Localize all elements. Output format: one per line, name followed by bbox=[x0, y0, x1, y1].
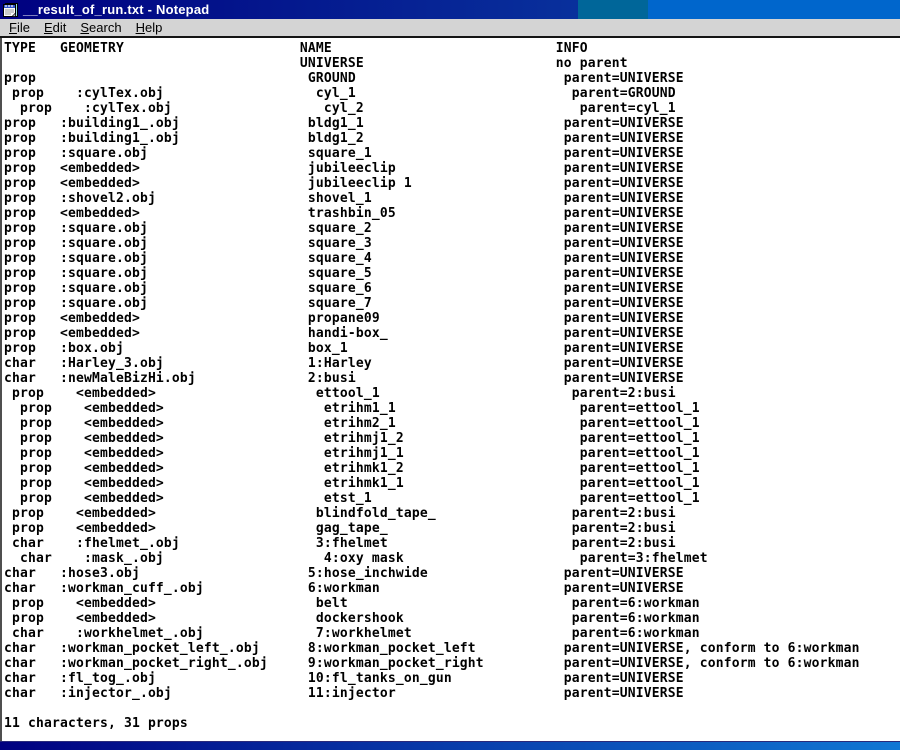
menu-item-search[interactable]: Search bbox=[73, 19, 128, 36]
menu-item-help[interactable]: Help bbox=[129, 19, 170, 36]
background-window-bottom[interactable] bbox=[0, 741, 900, 750]
document-text[interactable]: TYPE GEOMETRY NAME INFO UNIVERSE no pare… bbox=[2, 38, 898, 731]
notepad-icon bbox=[3, 2, 18, 17]
window-title: __result_of_run.txt - Notepad bbox=[23, 2, 210, 17]
menu-item-file[interactable]: File bbox=[2, 19, 37, 36]
notepad-titlebar[interactable]: __result_of_run.txt - Notepad bbox=[0, 0, 578, 19]
menu-item-edit[interactable]: Edit bbox=[37, 19, 73, 36]
background-window-titlebar[interactable] bbox=[648, 0, 900, 19]
menu-bar: File Edit Search Help bbox=[0, 19, 900, 38]
desktop-background bbox=[578, 0, 648, 19]
screen: __result_of_run.txt - Notepad File Edit Se… bbox=[0, 0, 900, 750]
text-editor[interactable]: TYPE GEOMETRY NAME INFO UNIVERSE no pare… bbox=[0, 38, 898, 741]
